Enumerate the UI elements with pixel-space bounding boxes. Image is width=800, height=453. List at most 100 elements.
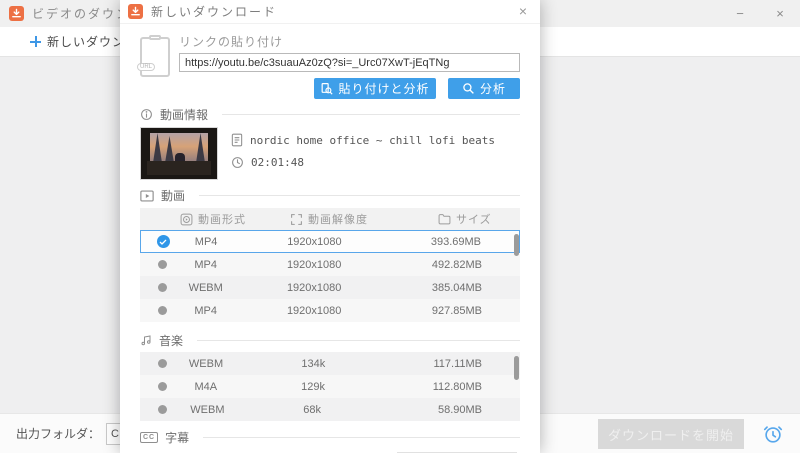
- format-cell: MP4: [194, 304, 217, 317]
- audio-row-2[interactable]: WEBM 68k 58.90MB: [140, 398, 520, 421]
- selected-check-icon[interactable]: [141, 235, 185, 248]
- size-cell: 117.11MB: [433, 357, 482, 370]
- info-icon: [140, 108, 153, 121]
- start-download-button[interactable]: ダウンロードを開始: [598, 419, 744, 449]
- dialog-download-icon: [128, 4, 143, 19]
- minimize-button[interactable]: −: [720, 6, 760, 21]
- section-divider: [222, 114, 520, 115]
- format-cell: MP4: [194, 258, 217, 271]
- video-row-2[interactable]: WEBM 1920x1080 385.04MB: [140, 276, 520, 299]
- radio-unselected[interactable]: [140, 260, 184, 269]
- resolution-cell: 1920x1080: [286, 281, 342, 294]
- schedule-alarm-icon[interactable]: [762, 423, 784, 445]
- video-info-row: nordic home office ~ chill lofi beats 02…: [140, 127, 520, 180]
- video-title: nordic home office ~ chill lofi beats: [250, 133, 496, 147]
- audio-table-scrollbar[interactable]: [514, 356, 519, 380]
- audio-section-header: 音楽: [140, 332, 520, 349]
- window-controls: − ×: [720, 0, 800, 27]
- paste-and-analyze-button[interactable]: 貼り付けと分析: [314, 78, 436, 99]
- video-table-scrollbar[interactable]: [514, 234, 519, 256]
- bitrate-cell: 129k: [301, 380, 325, 393]
- dialog-body: URL リンクの貼り付け 貼り付けと分析: [120, 33, 540, 453]
- video-section-header: 動画: [140, 187, 520, 204]
- dialog-close-button[interactable]: ×: [515, 3, 531, 19]
- format-cell: MP4: [194, 235, 218, 248]
- expand-icon: [291, 213, 302, 225]
- video-row-1[interactable]: MP4 1920x1080 492.82MB: [140, 253, 520, 276]
- clipboard-url-icon: URL: [137, 35, 170, 77]
- size-cell: 58.90MB: [437, 403, 483, 416]
- close-window-button[interactable]: ×: [760, 6, 800, 21]
- radio-unselected[interactable]: [140, 306, 184, 315]
- video-table-header: 動画形式 動画解像度 サイズ: [140, 208, 520, 230]
- folder-icon: [438, 214, 451, 225]
- video-title-line: nordic home office ~ chill lofi beats: [231, 133, 495, 147]
- video-format-table: 動画形式 動画解像度 サイズ MP4 1920x1080 393.69MB MP…: [140, 208, 520, 322]
- paste-and-analyze-label: 貼り付けと分析: [338, 82, 430, 96]
- paste-search-icon: [322, 83, 334, 95]
- resolution-cell: 1920x1080: [286, 258, 342, 271]
- column-resolution-label: 動画解像度: [308, 214, 368, 226]
- radio-unselected[interactable]: [140, 405, 186, 414]
- format-cell: WEBM: [188, 281, 223, 294]
- dialog-titlebar: 新しいダウンロード ×: [120, 0, 540, 24]
- cc-icon: CC: [140, 432, 159, 443]
- analyze-button[interactable]: 分析: [448, 78, 520, 99]
- size-cell: 385.04MB: [431, 281, 482, 294]
- video-thumbnail: [140, 127, 218, 180]
- video-info-section-header: 動画情報: [140, 106, 520, 123]
- link-paste-row: URL リンクの貼り付け 貼り付けと分析: [137, 33, 520, 99]
- format-cell: WEBM: [190, 403, 225, 416]
- video-row-0[interactable]: MP4 1920x1080 393.69MB: [140, 230, 520, 253]
- play-circle-icon: [180, 213, 193, 225]
- size-cell: 492.82MB: [431, 258, 482, 271]
- url-tag-label: URL: [137, 63, 156, 71]
- section-divider: [199, 195, 520, 196]
- video-duration-line: 02:01:48: [231, 156, 495, 169]
- music-note-icon: [140, 334, 152, 347]
- format-cell: WEBM: [188, 357, 224, 370]
- size-cell: 112.80MB: [432, 380, 483, 393]
- plus-icon: [30, 36, 41, 47]
- analyze-label: 分析: [479, 82, 506, 96]
- section-divider: [203, 437, 520, 438]
- radio-unselected[interactable]: [140, 382, 185, 391]
- clock-icon: [232, 157, 243, 168]
- size-cell: 393.69MB: [430, 235, 481, 248]
- bitrate-cell: 134k: [301, 357, 326, 370]
- cc-icon-label: CC: [140, 432, 159, 443]
- audio-section-title: 音楽: [159, 334, 184, 348]
- column-format-label: 動画形式: [198, 214, 246, 226]
- section-divider: [197, 340, 520, 341]
- resolution-cell: 1920x1080: [286, 304, 342, 317]
- video-info-texts: nordic home office ~ chill lofi beats 02…: [231, 127, 495, 180]
- audio-row-1[interactable]: M4A 129k 112.80MB: [140, 375, 520, 398]
- format-cell: M4A: [194, 380, 218, 393]
- app-download-icon: [9, 6, 24, 21]
- video-row-3[interactable]: MP4 1920x1080 927.85MB: [140, 299, 520, 322]
- audio-row-0[interactable]: WEBM 134k 117.11MB: [140, 352, 520, 375]
- audio-format-table: WEBM 134k 117.11MB M4A 129k 112.80MB WEB…: [140, 352, 520, 421]
- analyze-button-row: 貼り付けと分析 分析: [179, 78, 520, 99]
- column-format: 動画形式: [180, 211, 290, 227]
- radio-unselected[interactable]: [140, 359, 185, 368]
- subtitle-section-title: 字幕: [165, 431, 190, 445]
- column-size-label: サイズ: [456, 214, 492, 226]
- radio-unselected[interactable]: [140, 283, 184, 292]
- url-input[interactable]: [179, 53, 520, 72]
- subtitle-section-header: CC 字幕: [140, 429, 520, 446]
- dialog-title: 新しいダウンロード: [151, 5, 278, 19]
- column-size: サイズ: [438, 211, 520, 227]
- resolution-cell: 1920x1080: [287, 235, 342, 248]
- thumbnail-desk: [147, 161, 211, 175]
- output-folder-label: 出力フォルダ：: [16, 427, 101, 441]
- video-duration: 02:01:48: [251, 156, 304, 169]
- video-info-section-title: 動画情報: [160, 108, 209, 122]
- video-section-title: 動画: [161, 189, 186, 203]
- link-main: リンクの貼り付け 貼り付けと分析 分析: [179, 33, 520, 99]
- size-cell: 927.85MB: [431, 304, 482, 317]
- new-download-dialog: 新しいダウンロード × URL リンクの貼り付け 貼り付けと分析: [120, 0, 540, 453]
- video-play-icon: [140, 189, 154, 202]
- search-icon: [463, 83, 474, 94]
- bitrate-cell: 68k: [303, 403, 321, 416]
